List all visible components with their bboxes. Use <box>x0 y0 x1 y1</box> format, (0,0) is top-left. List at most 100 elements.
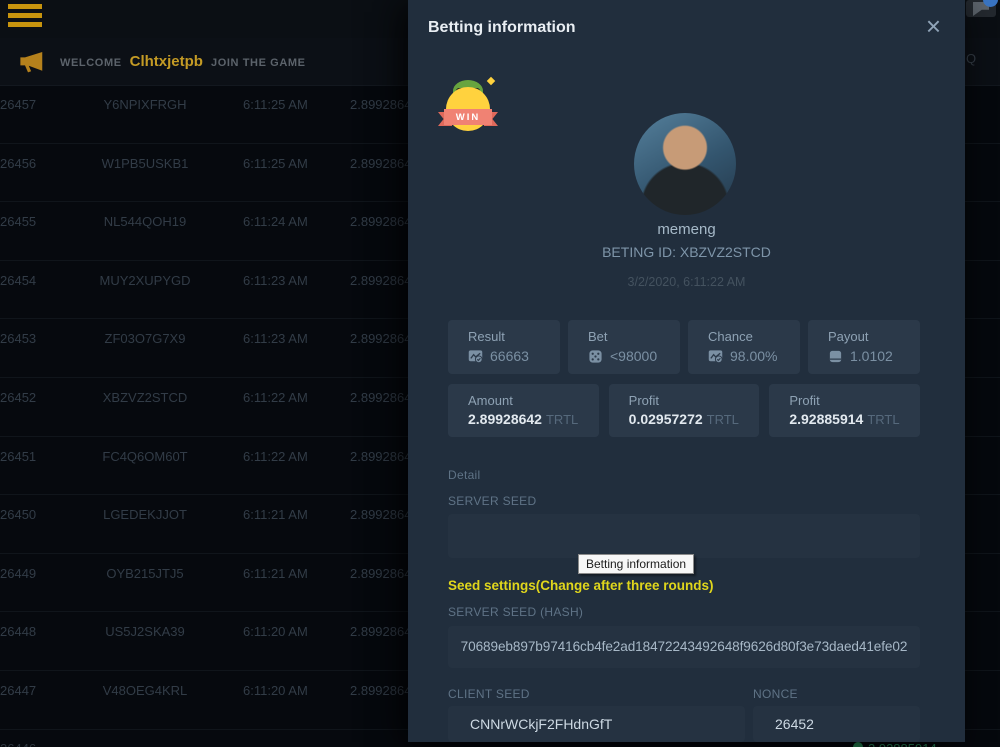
stat-value: 66663 <box>490 348 529 364</box>
currency-label: TRTL <box>867 412 899 427</box>
stat-box-result: Result 66663 <box>448 320 560 374</box>
cell-amount: 2.8992864 <box>350 214 411 229</box>
currency-label: TRTL <box>707 412 739 427</box>
server-seed-hash-label: SERVER SEED (HASH) <box>448 605 583 619</box>
stat-label: Result <box>468 329 560 344</box>
cell-time: 6:11:20 AM <box>243 683 308 698</box>
cell-id: 26455 <box>0 214 36 229</box>
cell-amount: 2.8992864 <box>350 156 411 171</box>
amount-value: 0.02957272TRTL <box>629 411 760 427</box>
cell-time: 6:11:25 AM <box>243 97 308 112</box>
cell-time: 6:11:21 AM <box>243 566 308 581</box>
cell-id: 26454 <box>0 273 36 288</box>
dice-icon <box>588 349 603 364</box>
cell-time: 6:11:23 AM <box>243 331 308 346</box>
nonce-label: NONCE <box>753 687 798 701</box>
cell-id: 26447 <box>0 683 36 698</box>
stat-box-bet: Bet<98000 <box>568 320 680 374</box>
cell-id: 26456 <box>0 156 36 171</box>
cell-user: US5J2SKA39 <box>70 624 220 639</box>
betting-id: BETING ID: XBZVZ2STCD <box>408 244 965 260</box>
server-seed-hash-input[interactable]: 70689eb897b97416cb4fe2ad18472243492648f9… <box>448 626 920 668</box>
cell-id: 26451 <box>0 449 36 464</box>
cell-id: 26452 <box>0 390 36 405</box>
join-label: JOIN THE GAME <box>211 57 306 69</box>
server-seed-input[interactable] <box>448 514 920 558</box>
cell-user: Y6NPIXFRGH <box>70 97 220 112</box>
player-name: memeng <box>408 221 965 238</box>
betting-info-modal: Betting information × WIN memeng BETING … <box>408 0 965 742</box>
currency-label: TRTL <box>546 412 578 427</box>
megaphone-icon <box>16 47 46 77</box>
stat-box-payout: Payout 1.0102 <box>808 320 920 374</box>
cell-amount: 2.8992864 <box>350 390 411 405</box>
stats-row: Result 66663 Bet<98000Chance98.00% Payout 1.… <box>448 320 920 374</box>
amount-label: Profit <box>789 393 920 408</box>
cell-time: 6:11:21 AM <box>243 507 308 522</box>
cell-amount: 2.8992864 <box>350 507 411 522</box>
client-seed-label: CLIENT SEED <box>448 687 530 701</box>
cell-time: 6:11:23 AM <box>243 273 308 288</box>
coin-icon <box>853 742 863 747</box>
cell-time: 6:11:20 AM <box>243 624 308 639</box>
cell-id: 26446 <box>0 741 36 747</box>
cell-user: ZF03O7G7X9 <box>70 331 220 346</box>
cell-amount: 2.8992864 <box>350 449 411 464</box>
chart-check-icon <box>468 349 483 364</box>
win-badge-icon: WIN <box>438 82 498 134</box>
cell-amount: 2.8992864 <box>350 97 411 112</box>
announcement-text: WELCOME Clhtxjetpb JOIN THE GAME <box>60 53 306 70</box>
cell-time: 6:11:22 AM <box>243 449 308 464</box>
chart-check-icon <box>708 349 723 364</box>
cell-user: V48OEG4KRL <box>70 683 220 698</box>
hamburger-icon[interactable] <box>8 4 42 28</box>
cell-user: W1PB5USKB1 <box>70 156 220 171</box>
detail-label: Detail <box>448 468 480 482</box>
cell-user: XBZVZ2STCD <box>70 390 220 405</box>
stat-label: Bet <box>588 329 680 344</box>
amount-box-amount: Amount 2.89928642TRTL <box>448 384 599 437</box>
cell-amount: 2.8992864 <box>350 566 411 581</box>
amount-label: Amount <box>468 393 599 408</box>
edge-partial-text: Q <box>966 51 976 66</box>
close-icon[interactable]: × <box>926 13 941 39</box>
stat-label: Payout <box>828 329 920 344</box>
amount-value: 2.92885914TRTL <box>789 411 920 427</box>
coins-icon <box>828 349 843 364</box>
cell-id: 26453 <box>0 331 36 346</box>
cell-id: 26457 <box>0 97 36 112</box>
welcome-label: WELCOME <box>60 57 122 69</box>
cell-amount: 2.8992864 <box>350 273 411 288</box>
nonce-input[interactable]: 26452 <box>753 706 920 742</box>
cell-user: OYB215JTJ5 <box>70 566 220 581</box>
sparkle-icon <box>487 77 495 85</box>
cell-time: 6:11:24 AM <box>243 214 308 229</box>
modal-title: Betting information <box>428 19 576 37</box>
amount-value: 2.89928642TRTL <box>468 411 599 427</box>
cell-user: NL544QOH19 <box>70 214 220 229</box>
stat-label: Chance <box>708 329 800 344</box>
avatar <box>634 113 736 215</box>
amount-label: Profit <box>629 393 760 408</box>
win-label: WIN <box>444 109 492 125</box>
cell-id: 26448 <box>0 624 36 639</box>
cell-amount: 2.8992864 <box>350 331 411 346</box>
stat-value: 1.0102 <box>850 348 893 364</box>
tooltip: Betting information <box>578 554 694 574</box>
cell-id: 26449 <box>0 566 36 581</box>
client-seed-input[interactable]: CNNrWCkjF2FHdnGfT <box>448 706 745 742</box>
announcement-username: Clhtxjetpb <box>130 53 203 70</box>
cell-time: 6:11:25 AM <box>243 156 308 171</box>
cell-user: FC4Q6OM60T <box>70 449 220 464</box>
seed-settings-label: Seed settings(Change after three rounds) <box>448 578 714 593</box>
amounts-row: Amount 2.89928642TRTL Profit 0.02957272TRTL… <box>448 384 920 437</box>
stat-box-chance: Chance98.00% <box>688 320 800 374</box>
cell-user: MUY2XUPYGD <box>70 273 220 288</box>
bet-datetime: 3/2/2020, 6:11:22 AM <box>408 275 965 289</box>
server-seed-label: SERVER SEED <box>448 494 536 508</box>
cell-user: LGEDEKJJOT <box>70 507 220 522</box>
cell-amount: 2.8992864 <box>350 683 411 698</box>
cell-time: 6:11:22 AM <box>243 390 308 405</box>
win-ribbon: WIN <box>438 109 498 125</box>
cell-id: 26450 <box>0 507 36 522</box>
